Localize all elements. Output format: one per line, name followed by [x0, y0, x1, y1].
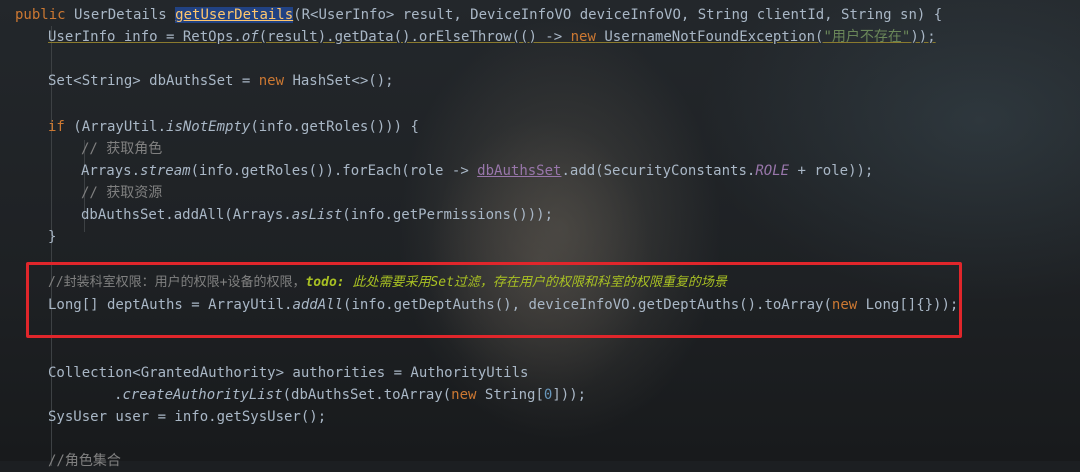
code-token: (ArrayUtil.: [64, 119, 167, 135]
code-token: ));: [910, 29, 936, 45]
code-line-create-authority-list[interactable]: .createAuthorityList(dbAuthsSet.toArray(…: [114, 384, 586, 406]
code-comment-get-roles[interactable]: // 获取角色: [81, 138, 162, 160]
method-params: (R<UserInfo> result, DeviceInfoVO device…: [293, 7, 943, 23]
code-token-static-method: isNotEmpty: [166, 119, 251, 135]
code-line-userinfo[interactable]: UserInfo info = RetOps.of(result).getDat…: [48, 26, 936, 48]
code-token: .add(SecurityConstants.: [561, 163, 756, 179]
code-token-static-method: of: [241, 29, 259, 45]
code-token: (result).getData().orElseThrow(() ->: [258, 29, 571, 45]
method-name-selected[interactable]: getUserDetails: [175, 7, 294, 23]
code-comment-role-collection[interactable]: //角色集合: [48, 450, 121, 472]
keyword-public: public: [15, 7, 66, 23]
code-token-field-ref: dbAuthsSet: [477, 163, 562, 179]
code-line-dbauthsset[interactable]: Set<String> dbAuthsSet = new HashSet<>()…: [48, 70, 394, 92]
code-line-method-signature[interactable]: public UserDetails getUserDetails(R<User…: [15, 4, 942, 26]
code-token: HashSet<>();: [284, 73, 394, 89]
code-token: UsernameNotFoundException(: [595, 29, 824, 45]
code-token: (dbAuthsSet.toArray(: [282, 387, 452, 403]
code-token: (info.getRoles()).forEach(role ->: [190, 163, 478, 179]
code-comment-get-resources[interactable]: // 获取资源: [81, 182, 162, 204]
code-token: (info.getRoles())) {: [250, 119, 419, 135]
code-editor[interactable]: public UserDetails getUserDetails(R<User…: [0, 0, 1080, 469]
code-token: String[: [476, 387, 544, 403]
code-token: UserInfo info = RetOps.: [48, 29, 242, 45]
code-token: (info.getPermissions()));: [342, 207, 554, 223]
annotation-highlight-box: [26, 262, 962, 338]
code-token-static-method: asList: [291, 207, 343, 223]
code-line-authorities[interactable]: Collection<GrantedAuthority> authorities…: [48, 362, 528, 384]
code-token-constant: ROLE: [755, 163, 790, 179]
keyword-new: new: [258, 73, 285, 89]
code-token-static-method: createAuthorityList: [122, 387, 283, 403]
code-token: Arrays.: [81, 163, 141, 179]
code-line-sysuser[interactable]: SysUser user = info.getSysUser();: [48, 406, 326, 428]
code-token: dbAuthsSet.addAll(Arrays.: [81, 207, 292, 223]
keyword-new: new: [451, 387, 477, 403]
code-token: + role));: [789, 163, 874, 179]
keyword-if: if: [48, 119, 65, 135]
code-token-static-method: stream: [140, 163, 191, 179]
code-line-close-brace[interactable]: }: [48, 226, 56, 248]
keyword-new: new: [570, 29, 596, 45]
code-line-addall[interactable]: dbAuthsSet.addAll(Arrays.asList(info.get…: [81, 204, 553, 226]
code-line-arrays-stream[interactable]: Arrays.stream(info.getRoles()).forEach(r…: [81, 160, 873, 182]
code-token: ]));: [552, 387, 587, 403]
code-line-if[interactable]: if (ArrayUtil.isNotEmpty(info.getRoles()…: [48, 116, 419, 138]
code-token: Set<String> dbAuthsSet =: [48, 73, 259, 89]
string-literal: "用户不存在": [823, 29, 911, 45]
return-type: UserDetails: [65, 7, 176, 23]
